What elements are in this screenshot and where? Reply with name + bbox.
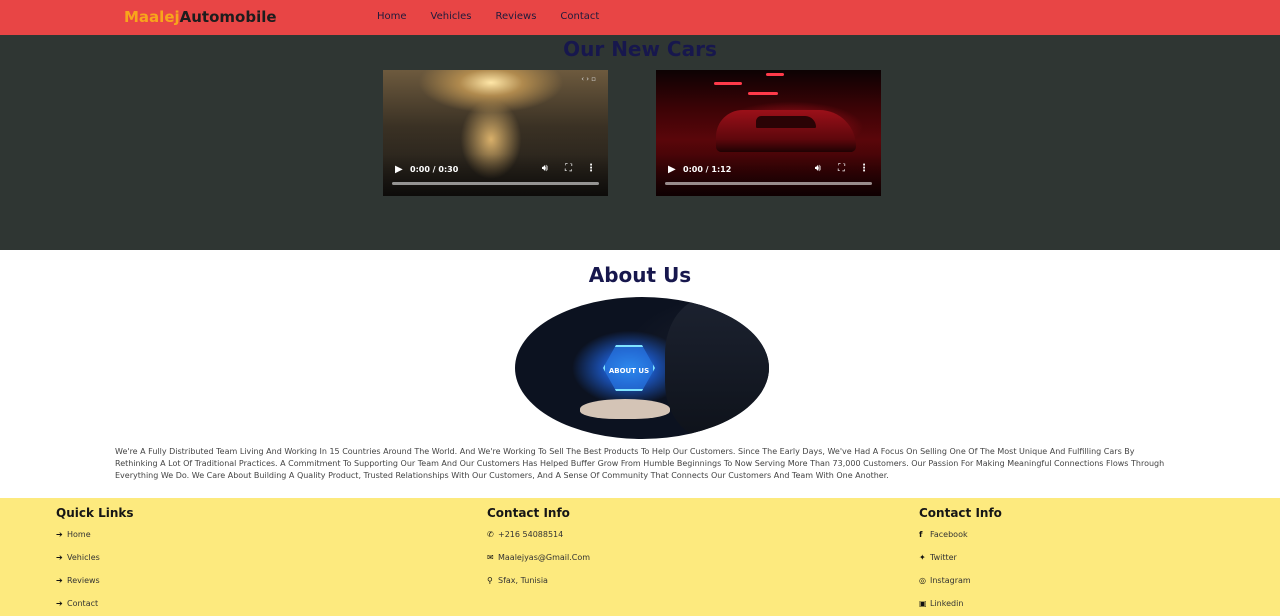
facebook-icon: f (919, 530, 923, 539)
footer-heading: Quick Links (56, 506, 134, 520)
footer-email[interactable]: ✉ Maalejyas@Gmail.Com (487, 553, 590, 576)
social-link-label[interactable]: Linkedin (930, 599, 963, 608)
footer-link-label[interactable]: Contact (67, 599, 98, 608)
volume-icon[interactable]: 🔊︎ (542, 163, 548, 174)
more-options-icon[interactable]: ⋮ (859, 163, 869, 174)
footer-link-vehicles[interactable]: ➔ Vehicles (56, 553, 134, 576)
more-options-icon[interactable]: ⋮ (586, 163, 596, 174)
footer-quick-links: Quick Links ➔ Home ➔ Vehicles ➔ Reviews ➔ Co… (56, 506, 134, 616)
play-icon[interactable]: ▶ (668, 164, 676, 175)
phone-number[interactable]: +216 54088514 (498, 530, 563, 539)
video-progress-bar[interactable] (392, 182, 599, 185)
footer-heading: Contact Info (487, 506, 570, 520)
instagram-icon: ◎ (919, 576, 926, 585)
footer-link-label[interactable]: Home (67, 530, 91, 539)
video-controls: ▶ 0:00 / 0:30 🔊︎ ⛶ ⋮ (383, 154, 608, 196)
ceiling-light (714, 82, 742, 85)
about-title: About Us (588, 263, 692, 287)
ceiling-light (766, 73, 784, 76)
car-video-1[interactable]: ‹ › ▫ ▶ 0:00 / 0:30 🔊︎ ⛶ ⋮ (383, 70, 608, 196)
play-icon[interactable]: ▶ (395, 164, 403, 175)
social-link-label[interactable]: Instagram (930, 576, 971, 585)
fullscreen-icon[interactable]: ⛶ (565, 163, 572, 174)
suit-figure (665, 297, 769, 439)
footer-link-label[interactable]: Reviews (67, 576, 100, 585)
footer-link-home[interactable]: ➔ Home (56, 530, 134, 553)
social-link-facebook[interactable]: f Facebook (919, 530, 1002, 553)
site-footer: Quick Links ➔ Home ➔ Vehicles ➔ Reviews ➔ Co… (0, 498, 1280, 616)
about-us-image: ABOUT US (515, 297, 769, 439)
site-logo[interactable]: MaalejAutomobile (124, 8, 277, 26)
footer-link-reviews[interactable]: ➔ Reviews (56, 576, 134, 599)
twitter-icon: ✦ (919, 553, 926, 562)
about-image-label: ABOUT US (608, 367, 650, 375)
location-text: Sfax, Tunisia (498, 576, 548, 585)
new-cars-title: Our New Cars (563, 37, 717, 61)
social-link-label[interactable]: Facebook (930, 530, 968, 539)
volume-icon[interactable]: 🔊︎ (815, 163, 821, 174)
email-address[interactable]: Maalejyas@Gmail.Com (498, 553, 590, 562)
video-overlay-icon: ‹ › ▫ (581, 75, 596, 83)
footer-link-contact[interactable]: ➔ Contact (56, 599, 134, 616)
ceiling-light (748, 92, 778, 95)
arrow-right-icon: ➔ (56, 576, 63, 585)
fullscreen-icon[interactable]: ⛶ (838, 163, 845, 174)
video-time: 0:00 / 1:12 (683, 165, 732, 174)
logo-second-part: Automobile (179, 8, 277, 26)
logo-first-part: Maalej (124, 8, 180, 26)
arrow-right-icon: ➔ (56, 599, 63, 608)
social-link-twitter[interactable]: ✦ Twitter (919, 553, 1002, 576)
map-marker-icon: ⚲ (487, 576, 493, 585)
footer-contact-info: Contact Info ✆ +216 54088514 ✉ Maalejyas@G… (487, 506, 590, 599)
video-controls: ▶ 0:00 / 1:12 🔊︎ ⛶ ⋮ (656, 154, 881, 196)
arrow-right-icon: ➔ (56, 553, 63, 562)
social-link-instagram[interactable]: ◎ Instagram (919, 576, 1002, 599)
red-car-image (716, 110, 856, 152)
footer-location: ⚲ Sfax, Tunisia (487, 576, 590, 599)
car-video-2[interactable]: ▶ 0:00 / 1:12 🔊︎ ⛶ ⋮ (656, 70, 881, 196)
video-progress-bar[interactable] (665, 182, 872, 185)
social-link-linkedin[interactable]: ▣ Linkedin (919, 599, 1002, 616)
video-time: 0:00 / 0:30 (410, 165, 459, 174)
footer-heading: Contact Info (919, 506, 1002, 520)
main-nav: Home Vehicles Reviews Contact (377, 11, 623, 22)
nav-link-reviews[interactable]: Reviews (496, 11, 537, 22)
footer-link-label[interactable]: Vehicles (67, 553, 100, 562)
linkedin-icon: ▣ (919, 599, 927, 608)
new-cars-section: Our New Cars ‹ › ▫ ▶ 0:00 / 0:30 🔊︎ ⛶ ⋮ … (0, 35, 1280, 250)
phone-icon: ✆ (487, 530, 494, 539)
hand-graphic (580, 399, 670, 419)
envelope-icon: ✉ (487, 553, 494, 562)
nav-link-contact[interactable]: Contact (560, 11, 599, 22)
about-paragraph: We're A Fully Distributed Team Living An… (115, 447, 1165, 480)
social-link-label[interactable]: Twitter (930, 553, 957, 562)
arrow-right-icon: ➔ (56, 530, 63, 539)
site-header: MaalejAutomobile Home Vehicles Reviews C… (0, 0, 1280, 35)
nav-link-home[interactable]: Home (377, 11, 407, 22)
footer-phone[interactable]: ✆ +216 54088514 (487, 530, 590, 553)
nav-link-vehicles[interactable]: Vehicles (431, 11, 472, 22)
footer-social: Contact Info f Facebook ✦ Twitter ◎ Instagr… (919, 506, 1002, 616)
